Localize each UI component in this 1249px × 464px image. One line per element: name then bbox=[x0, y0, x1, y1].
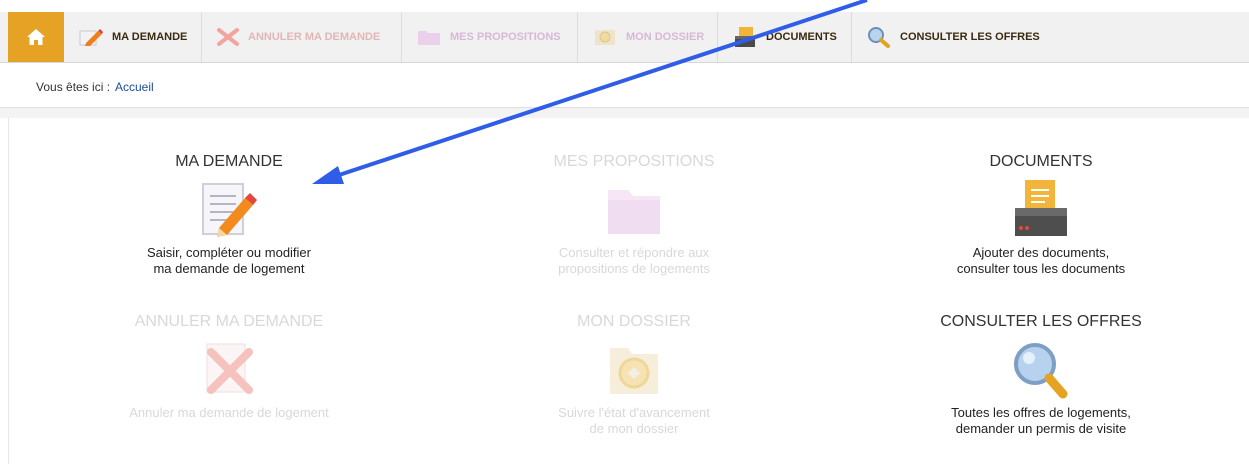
cancel-document-icon bbox=[206, 343, 253, 394]
nav-label: CONSULTER LES OFFRES bbox=[900, 31, 1040, 43]
tile-annuler-ma-demande[interactable]: ANNULER MA DEMANDE Annuler ma demande de… bbox=[79, 313, 379, 421]
folder-icon bbox=[608, 190, 660, 234]
nav-documents[interactable]: DOCUMENTS bbox=[718, 12, 852, 62]
dossier-icon bbox=[610, 348, 658, 394]
tile-desc-line2: demander un permis de visite bbox=[955, 421, 1127, 436]
tile-desc-line2: de mon dossier bbox=[589, 421, 679, 436]
tile-mes-propositions[interactable]: MES PROPOSITIONS Consulter et répondre a… bbox=[484, 153, 784, 277]
nav-label: MA DEMANDE bbox=[112, 31, 188, 43]
nav-label: MON DOSSIER bbox=[626, 31, 705, 43]
nav-annuler-ma-demande[interactable]: ANNULER MA DEMANDE bbox=[202, 12, 402, 62]
folder-icon bbox=[418, 31, 440, 45]
nav-label: MES PROPOSITIONS bbox=[450, 31, 561, 43]
breadcrumb: Vous êtes ici : Accueil bbox=[0, 63, 1249, 108]
divider-band bbox=[0, 108, 1249, 118]
tile-consulter-les-offres[interactable]: CONSULTER LES OFFRES Toutes les offres d… bbox=[891, 313, 1191, 437]
tile-desc-line2: consulter tous les documents bbox=[956, 261, 1126, 276]
nav-label: ANNULER MA DEMANDE bbox=[248, 31, 381, 43]
tile-title: MES PROPOSITIONS bbox=[553, 153, 715, 170]
top-nav-bar: MA DEMANDE ANNULER MA DEMANDE MES PROPOS… bbox=[0, 12, 1249, 63]
tile-title: MON DOSSIER bbox=[577, 313, 691, 330]
pencil-icon bbox=[79, 29, 103, 46]
tile-title: CONSULTER LES OFFRES bbox=[940, 313, 1142, 330]
breadcrumb-link-accueil[interactable]: Accueil bbox=[115, 80, 154, 94]
documents-icon bbox=[1015, 180, 1067, 236]
magnifier-icon bbox=[1014, 343, 1068, 399]
content-left-border bbox=[8, 118, 9, 464]
tile-title: MA DEMANDE bbox=[175, 153, 283, 170]
nav-ma-demande[interactable]: MA DEMANDE bbox=[64, 12, 202, 62]
tile-desc-line1: Consulter et répondre aux bbox=[558, 245, 710, 260]
tile-title: ANNULER MA DEMANDE bbox=[134, 313, 324, 330]
tile-mon-dossier[interactable]: MON DOSSIER Suivre l'état d'avancement d… bbox=[484, 313, 784, 437]
nav-mes-propositions[interactable]: MES PROPOSITIONS bbox=[402, 12, 578, 62]
tile-title: DOCUMENTS bbox=[989, 153, 1093, 170]
tile-documents[interactable]: DOCUMENTS Ajouter des documents, consult… bbox=[891, 153, 1191, 277]
nav-consulter-les-offres[interactable]: CONSULTER LES OFFRES bbox=[852, 12, 1072, 62]
tile-desc-line1: Suivre l'état d'avancement bbox=[558, 405, 710, 420]
documents-icon bbox=[735, 27, 755, 47]
cancel-x-icon bbox=[217, 28, 239, 46]
tile-desc-line1: Ajouter des documents, bbox=[972, 245, 1110, 260]
home-icon bbox=[27, 29, 45, 45]
nav-label: DOCUMENTS bbox=[766, 31, 837, 43]
tile-desc-line1: Saisir, compléter ou modifier bbox=[146, 245, 311, 260]
dossier-icon bbox=[595, 30, 615, 45]
nav-mon-dossier[interactable]: MON DOSSIER bbox=[578, 12, 718, 62]
breadcrumb-label: Vous êtes ici : bbox=[36, 80, 111, 94]
edit-document-icon bbox=[202, 183, 257, 237]
home-button[interactable] bbox=[8, 12, 64, 62]
tile-desc-line2: ma demande de logement bbox=[153, 261, 305, 276]
tile-ma-demande[interactable]: MA DEMANDE Saisir, compléter ou modifier… bbox=[79, 153, 379, 277]
tile-desc-line1: Annuler ma demande de logement bbox=[129, 405, 329, 420]
tile-desc-line1: Toutes les offres de logements, bbox=[951, 405, 1131, 420]
magnifier-icon bbox=[868, 27, 890, 48]
tile-desc-line2: propositions de logements bbox=[558, 261, 710, 276]
